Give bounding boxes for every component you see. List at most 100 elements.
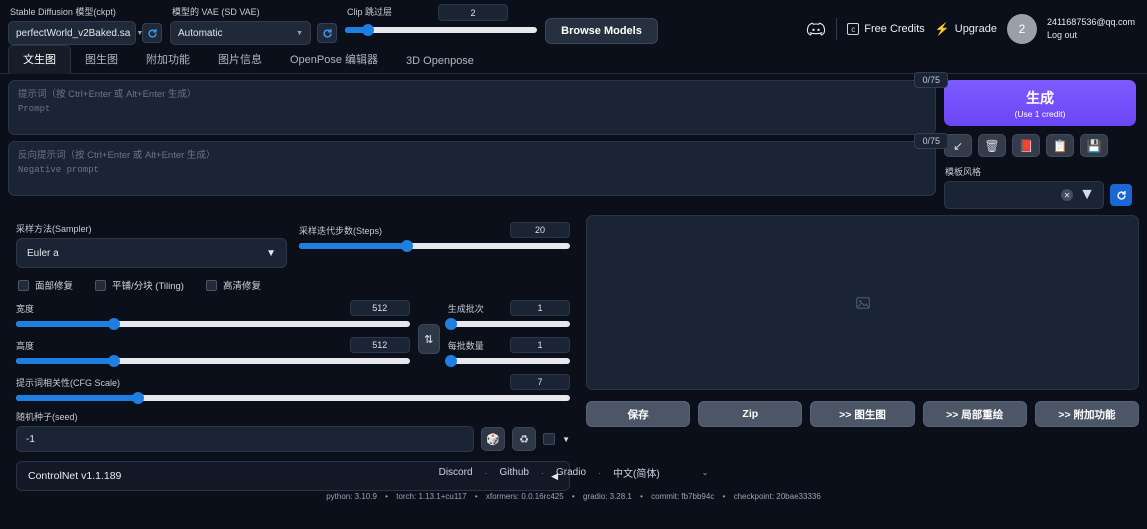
- send-to-img2img-button[interactable]: >> 图生图: [810, 401, 914, 427]
- triangle-down-icon[interactable]: ▼: [562, 435, 570, 444]
- prompt-input[interactable]: 提示词（按 Ctrl+Enter 或 Alt+Enter 生成） Prompt: [8, 80, 936, 135]
- width-label: 宽度: [16, 302, 34, 315]
- tiling-checkbox[interactable]: 平铺/分块 (Tiling): [95, 278, 184, 292]
- version-torch: torch: 1.13.1+cu117: [396, 492, 466, 501]
- clear-x-icon[interactable]: ✕: [1061, 189, 1073, 201]
- generate-button[interactable]: 生成 (Use 1 credit): [944, 80, 1136, 126]
- prompt-wrapper: 提示词（按 Ctrl+Enter 或 Alt+Enter 生成） Prompt …: [8, 80, 936, 135]
- footer-link-discord[interactable]: Discord: [439, 467, 473, 478]
- version-separator: •: [640, 492, 643, 501]
- seed-group: 随机种子(seed) -1 🎲 ♻ ▼: [16, 410, 570, 452]
- zip-output-button[interactable]: Zip: [698, 401, 802, 427]
- steps-slider[interactable]: [299, 243, 570, 249]
- extra-seed-checkbox[interactable]: [543, 433, 555, 445]
- steps-value[interactable]: 20: [510, 222, 570, 238]
- version-python: python: 3.10.9: [326, 492, 377, 501]
- footer-links: Discord · Github · Gradio · 中文(简体) ⌄: [0, 465, 1147, 480]
- read-generation-params-button[interactable]: ↙: [944, 134, 972, 157]
- footer-separator: ·: [598, 468, 601, 478]
- footer-separator: ·: [541, 468, 544, 478]
- styles-label: 模板风格: [945, 165, 1136, 178]
- show-extra-networks-button[interactable]: 📕: [1012, 134, 1040, 157]
- save-style-button[interactable]: 💾: [1080, 134, 1108, 157]
- free-credits-label: Free Credits: [864, 23, 925, 35]
- width-slider[interactable]: [16, 321, 410, 327]
- generate-column: 生成 (Use 1 credit) ↙ 🗑 📕 📋 💾 模板风格 ✕ ▼: [936, 80, 1136, 209]
- seed-input[interactable]: -1: [16, 426, 474, 452]
- steps-group: 采样迭代步数(Steps) 20: [299, 222, 570, 268]
- trash-icon: 🗑: [984, 139, 999, 153]
- refresh-styles-button[interactable]: [1110, 184, 1132, 206]
- batch-size-slider[interactable]: [448, 358, 570, 364]
- upgrade-button[interactable]: ⚡ Upgrade: [935, 22, 997, 36]
- generate-sublabel: (Use 1 credit): [1014, 109, 1065, 119]
- tab-img2img[interactable]: 图生图: [71, 46, 132, 73]
- stable-diffusion-webui: Stable Diffusion 模型(ckpt) perfectWorld_v…: [0, 0, 1147, 529]
- cfg-slider[interactable]: [16, 395, 570, 401]
- seed-label: 随机种子(seed): [16, 410, 570, 423]
- hires-fix-checkbox[interactable]: 高清修复: [206, 278, 261, 292]
- free-credits-button[interactable]: c Free Credits: [847, 23, 925, 35]
- clear-prompt-button[interactable]: 🗑: [978, 134, 1006, 157]
- styles-select[interactable]: ✕ ▼: [944, 181, 1104, 209]
- language-select[interactable]: 中文(简体): [613, 465, 660, 480]
- send-to-inpaint-button[interactable]: >> 局部重绘: [923, 401, 1027, 427]
- browse-models-button[interactable]: Browse Models: [545, 18, 658, 44]
- sampler-select[interactable]: Euler a ▼: [16, 238, 287, 268]
- tab-openpose-editor[interactable]: OpenPose 编辑器: [276, 46, 392, 73]
- cfg-value[interactable]: 7: [510, 374, 570, 390]
- checkbox-box: [95, 280, 106, 291]
- settings-panel: 采样方法(Sampler) Euler a ▼ 采样迭代步数(Steps) 20: [8, 215, 578, 500]
- batch-size-value[interactable]: 1: [510, 337, 570, 353]
- header-divider: [836, 18, 837, 40]
- version-gradio: gradio: 3.28.1: [583, 492, 632, 501]
- batch-count-value[interactable]: 1: [510, 300, 570, 316]
- logout-link[interactable]: Log out: [1047, 29, 1135, 42]
- vae-select[interactable]: Automatic ▼: [170, 21, 311, 45]
- version-xformers: xformers: 0.0.16rc425: [486, 492, 564, 501]
- version-checkpoint: checkpoint: 20bae33336: [734, 492, 821, 501]
- footer-link-github[interactable]: Github: [500, 467, 529, 478]
- discord-icon[interactable]: [806, 21, 826, 37]
- output-gallery[interactable]: [586, 215, 1139, 390]
- tiling-label: 平铺/分块 (Tiling): [112, 278, 184, 292]
- refresh-sd-model-button[interactable]: [142, 23, 162, 43]
- clip-skip-value[interactable]: 2: [438, 4, 508, 21]
- clip-skip-slider[interactable]: [345, 27, 537, 33]
- negative-prompt-placeholder-line2: Negative prompt: [18, 163, 926, 177]
- height-slider[interactable]: [16, 358, 410, 364]
- refresh-vae-button[interactable]: [317, 23, 337, 43]
- batch-count-label: 生成批次: [448, 302, 484, 315]
- avatar[interactable]: 2: [1007, 14, 1037, 44]
- main-tabs: 文生图 图生图 附加功能 图片信息 OpenPose 编辑器 3D Openpo…: [0, 48, 1147, 74]
- footer-link-gradio[interactable]: Gradio: [556, 467, 586, 478]
- tab-3d-openpose[interactable]: 3D Openpose: [392, 50, 488, 73]
- batch-count-slider[interactable]: [448, 321, 570, 327]
- tab-pnginfo[interactable]: 图片信息: [204, 46, 276, 73]
- prompt-column: 提示词（按 Ctrl+Enter 或 Alt+Enter 生成） Prompt …: [8, 80, 936, 209]
- apply-style-button[interactable]: 📋: [1046, 134, 1074, 157]
- upgrade-label: Upgrade: [955, 23, 997, 35]
- send-to-extras-button[interactable]: >> 附加功能: [1035, 401, 1139, 427]
- restore-faces-checkbox[interactable]: 面部修复: [18, 278, 73, 292]
- swap-dimensions-button[interactable]: ⇅: [418, 324, 440, 354]
- tab-txt2img[interactable]: 文生图: [8, 45, 71, 74]
- sd-model-select[interactable]: perfectWorld_v2Baked.sa ▼: [8, 21, 136, 45]
- version-separator: •: [385, 492, 388, 501]
- sampler-value: Euler a: [27, 248, 59, 259]
- chevron-down-icon[interactable]: ⌄: [702, 468, 709, 477]
- reuse-seed-button[interactable]: ♻: [512, 427, 536, 451]
- width-value[interactable]: 512: [350, 300, 410, 316]
- height-value[interactable]: 512: [350, 337, 410, 353]
- styles-row: ✕ ▼: [944, 181, 1136, 209]
- clipboard-icon: 📋: [1053, 139, 1068, 153]
- restore-faces-label: 面部修复: [35, 278, 73, 292]
- save-output-button[interactable]: 保存: [586, 401, 690, 427]
- tab-extras[interactable]: 附加功能: [132, 46, 204, 73]
- random-seed-button[interactable]: 🎲: [481, 427, 505, 451]
- feature-checkboxes: 面部修复 平铺/分块 (Tiling) 高清修复: [18, 278, 570, 292]
- dice-icon: 🎲: [486, 433, 500, 446]
- negative-prompt-input[interactable]: 反向提示词（按 Ctrl+Enter 或 Alt+Enter 生成） Negat…: [8, 141, 936, 196]
- clip-skip-label: Clip 跳过层: [347, 5, 392, 18]
- credit-c-icon: c: [847, 23, 859, 35]
